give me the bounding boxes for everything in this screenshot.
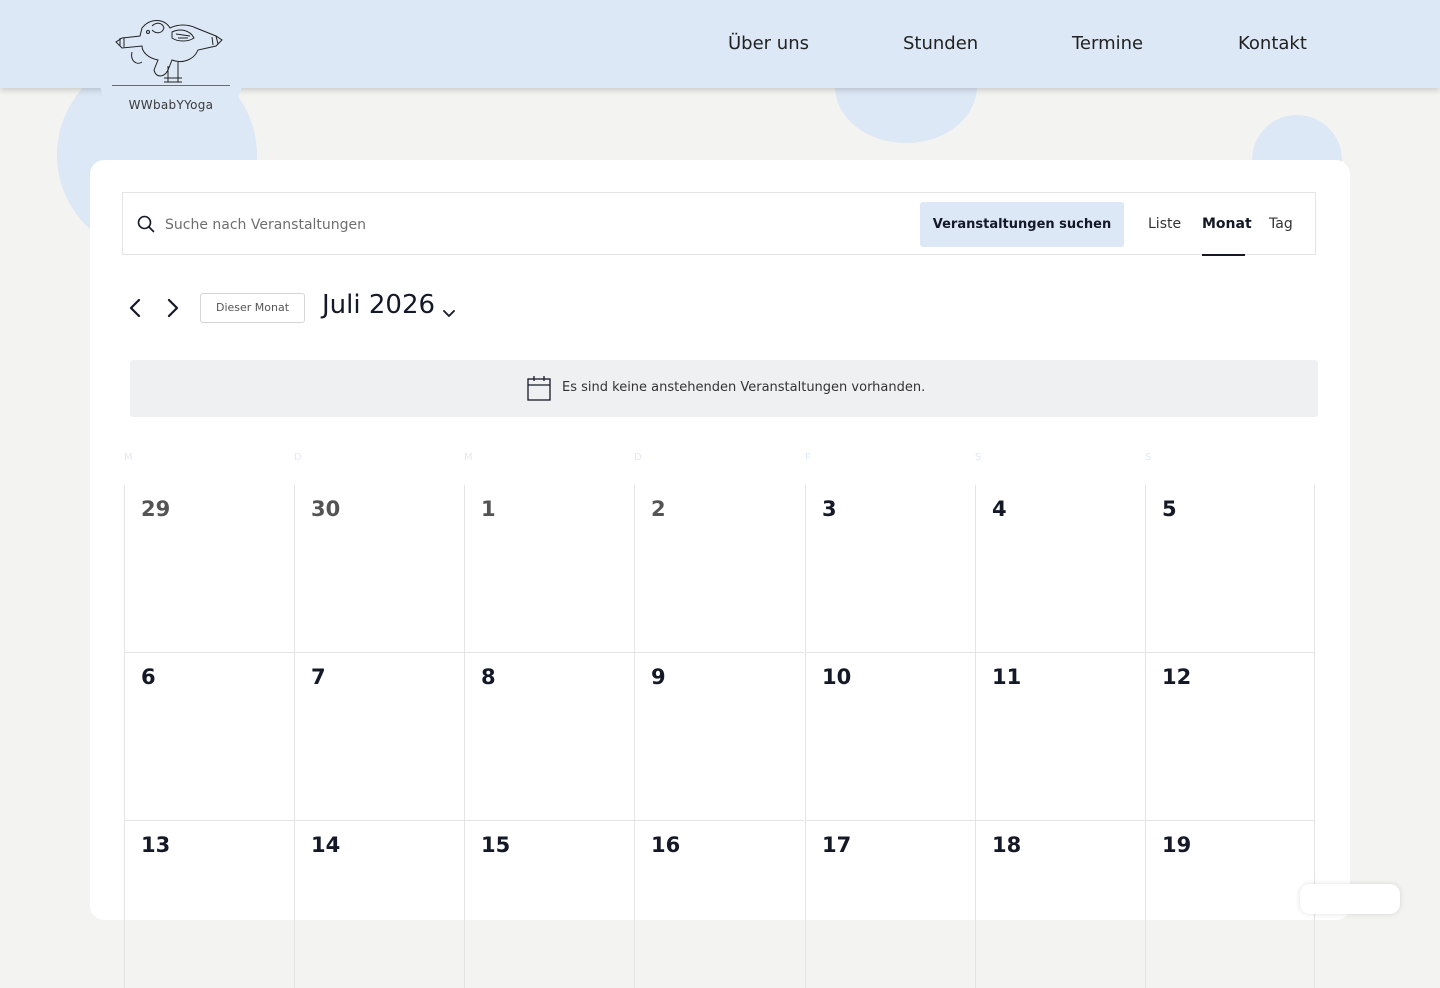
previous-month-button[interactable] — [128, 298, 142, 321]
search-icon — [137, 215, 155, 237]
calendar-day-cell[interactable]: 9 — [634, 652, 804, 820]
day-number: 2 — [651, 497, 666, 521]
day-number: 3 — [822, 497, 837, 521]
calendar-day-cell[interactable]: 18 — [975, 820, 1145, 988]
this-month-button[interactable]: Dieser Monat — [200, 293, 305, 323]
day-number: 11 — [992, 665, 1022, 689]
events-calendar-card: Veranstaltungen suchen Liste Monat Tag D… — [90, 160, 1350, 988]
weekday-header: S — [1145, 452, 1152, 463]
calendar-day-cell[interactable]: 3 — [805, 485, 975, 653]
day-number: 12 — [1162, 665, 1192, 689]
site-logo[interactable]: WWbabYYoga — [98, 0, 244, 142]
search-events-button[interactable]: Veranstaltungen suchen — [920, 202, 1124, 247]
calendar-day-cell[interactable]: 19 — [1145, 820, 1315, 988]
month-picker-toggle[interactable] — [443, 303, 455, 322]
day-number: 10 — [822, 665, 852, 689]
calendar-day-cell[interactable]: 7 — [294, 652, 464, 820]
nav-item-kontakt[interactable]: Kontakt — [1238, 33, 1307, 54]
calendar-icon — [527, 376, 551, 405]
day-number: 19 — [1162, 833, 1192, 857]
day-number: 18 — [992, 833, 1022, 857]
no-events-notice: Es sind keine anstehenden Veranstaltunge… — [130, 360, 1318, 417]
day-number: 17 — [822, 833, 852, 857]
chevron-right-icon — [167, 298, 179, 318]
calendar-day-cell[interactable]: 5 — [1145, 485, 1315, 653]
calendar-day-cell[interactable]: 10 — [805, 652, 975, 820]
view-tab-monat[interactable]: Monat — [1202, 216, 1252, 232]
calendar-day-cell[interactable]: 15 — [464, 820, 634, 988]
day-number: 15 — [481, 833, 511, 857]
search-input[interactable] — [163, 207, 867, 243]
chevron-down-icon — [443, 310, 455, 317]
active-view-indicator — [1202, 254, 1245, 256]
calendar-day-cell[interactable]: 4 — [975, 485, 1145, 653]
weekday-header: S — [975, 452, 982, 463]
day-number: 1 — [481, 497, 496, 521]
day-number: 14 — [311, 833, 341, 857]
calendar-day-cell[interactable]: 11 — [975, 652, 1145, 820]
calendar-day-cell[interactable]: 29 — [124, 485, 294, 653]
calendar-day-cell[interactable]: 16 — [634, 820, 804, 988]
calendar-day-cell[interactable]: 13 — [124, 820, 294, 988]
calendar-day-cell[interactable]: 1 — [464, 485, 634, 653]
floating-widget[interactable] — [1300, 884, 1400, 914]
weekday-header: M — [124, 452, 133, 463]
weekday-header: D — [294, 452, 302, 463]
day-number: 8 — [481, 665, 496, 689]
nav-item-stunden[interactable]: Stunden — [903, 33, 978, 54]
weekday-header: F — [805, 452, 811, 463]
view-tab-tag[interactable]: Tag — [1269, 216, 1293, 232]
day-number: 29 — [141, 497, 171, 521]
day-number: 30 — [311, 497, 341, 521]
calendar-day-cell[interactable]: 2 — [634, 485, 804, 653]
elephant-logo-icon — [112, 20, 230, 86]
day-number: 16 — [651, 833, 681, 857]
calendar-day-cell[interactable]: 12 — [1145, 652, 1315, 820]
day-number: 7 — [311, 665, 326, 689]
day-number: 4 — [992, 497, 1007, 521]
nav-item-ueber-uns[interactable]: Über uns — [728, 33, 809, 54]
day-number: 9 — [651, 665, 666, 689]
day-number: 13 — [141, 833, 171, 857]
day-number: 5 — [1162, 497, 1177, 521]
weekday-header: D — [634, 452, 642, 463]
calendar-day-cell[interactable]: 8 — [464, 652, 634, 820]
event-search-bar: Veranstaltungen suchen Liste Monat Tag — [122, 192, 1316, 256]
logo-text: WWbabYYoga — [128, 98, 214, 112]
weekday-header: M — [464, 452, 473, 463]
calendar-day-cell[interactable]: 14 — [294, 820, 464, 988]
day-number: 6 — [141, 665, 156, 689]
calendar-day-cell[interactable]: 30 — [294, 485, 464, 653]
month-title[interactable]: Juli 2026 — [322, 290, 435, 320]
chevron-left-icon — [129, 298, 141, 318]
nav-item-termine[interactable]: Termine — [1072, 33, 1143, 54]
notice-text: Es sind keine anstehenden Veranstaltunge… — [562, 380, 926, 395]
next-month-button[interactable] — [166, 298, 180, 321]
calendar-day-cell[interactable]: 6 — [124, 652, 294, 820]
view-tab-liste[interactable]: Liste — [1148, 216, 1181, 232]
calendar-day-cell[interactable]: 17 — [805, 820, 975, 988]
